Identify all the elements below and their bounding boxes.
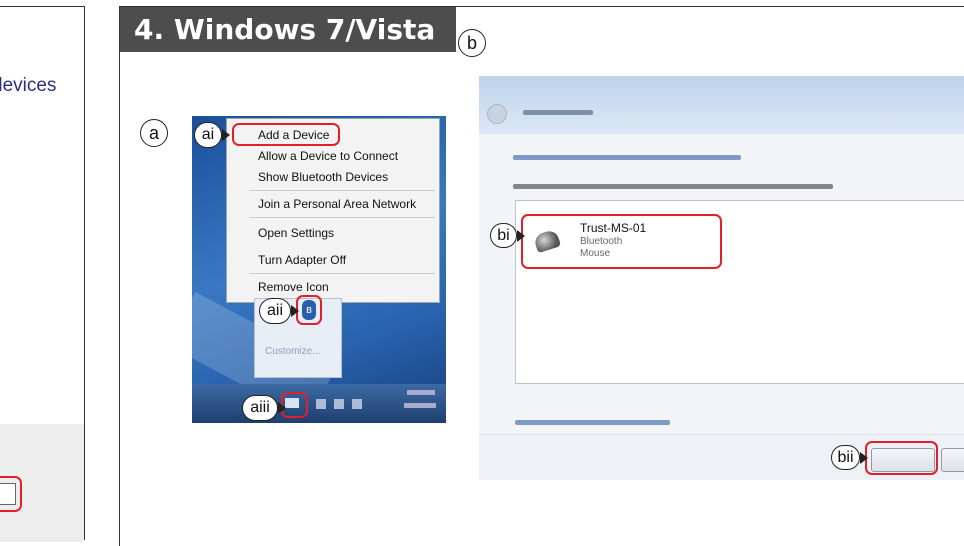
help-link[interactable] xyxy=(515,420,670,425)
label-aii-pointer xyxy=(291,305,299,317)
label-bi: bi xyxy=(490,223,517,248)
back-arrow-icon[interactable] xyxy=(487,104,507,124)
tray-icon-volume[interactable] xyxy=(352,399,362,409)
menu-item-open-settings[interactable]: Open Settings xyxy=(258,226,334,240)
tray-icon-network[interactable] xyxy=(334,399,344,409)
left-page-button-outline xyxy=(0,483,16,505)
dialog-title-text xyxy=(523,110,593,116)
menu-item-allow-device[interactable]: Allow a Device to Connect xyxy=(258,149,398,163)
tray-icon-flag[interactable] xyxy=(316,399,326,409)
dialog-titlebar xyxy=(479,76,964,134)
dialog-heading xyxy=(513,155,741,160)
menu-item-show-bluetooth[interactable]: Show Bluetooth Devices xyxy=(258,170,388,184)
menu-separator xyxy=(250,273,435,274)
menu-item-remove-icon[interactable]: Remove Icon xyxy=(258,280,329,294)
tray-clock xyxy=(407,390,435,395)
section-title: 4. Windows 7/Vista xyxy=(120,7,456,52)
label-bii: bii xyxy=(831,445,860,470)
label-ai-pointer xyxy=(222,129,230,141)
customize-link[interactable]: Customize... xyxy=(265,346,321,357)
highlight-next-button xyxy=(865,441,938,475)
label-a: a xyxy=(140,119,168,147)
label-aiii: aiii xyxy=(242,395,278,421)
left-page-text: devices xyxy=(0,75,57,96)
menu-separator xyxy=(250,190,435,191)
menu-separator xyxy=(250,217,435,218)
cancel-button[interactable] xyxy=(941,448,964,472)
label-aiii-pointer xyxy=(278,402,286,414)
highlight-add-device xyxy=(232,123,340,146)
left-page-panel: devices xyxy=(0,6,85,542)
add-device-dialog xyxy=(479,76,964,480)
menu-item-join-pan[interactable]: Join a Personal Area Network xyxy=(258,197,416,211)
label-aii: aii xyxy=(259,298,291,324)
label-bi-pointer xyxy=(517,230,525,242)
label-bii-pointer xyxy=(860,452,868,464)
highlight-bluetooth-icon xyxy=(296,295,322,325)
label-b: b xyxy=(458,29,486,57)
tray-date xyxy=(404,403,436,408)
menu-item-turn-adapter-off[interactable]: Turn Adapter Off xyxy=(258,253,346,267)
highlight-device-entry xyxy=(521,214,722,269)
label-ai: ai xyxy=(194,122,222,148)
dialog-instructions xyxy=(513,184,833,189)
